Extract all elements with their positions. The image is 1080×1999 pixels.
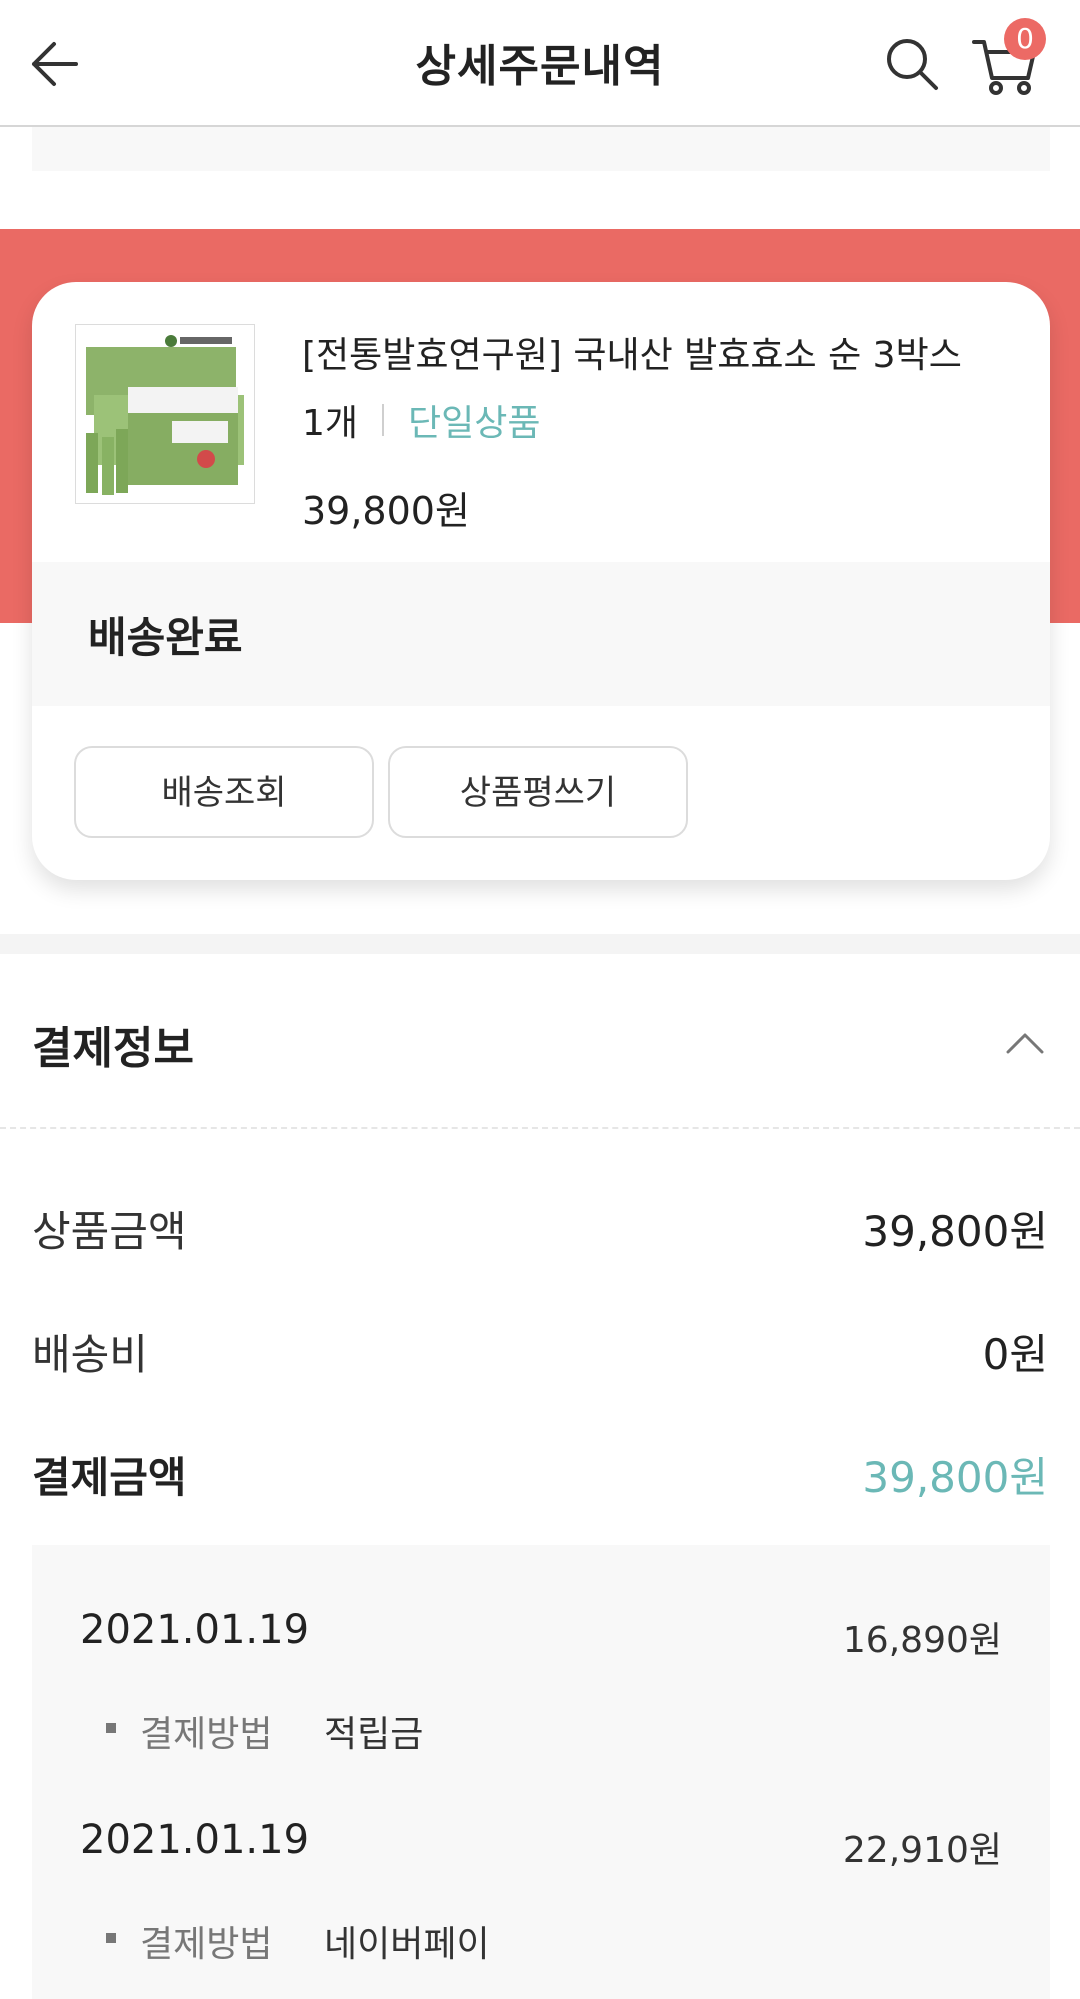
write-review-button[interactable]: 상품평쓰기 — [388, 746, 688, 838]
shipping-fee-label: 배송비 — [32, 1330, 148, 1379]
payment-method-value: 적립금 — [324, 1714, 424, 1755]
payment-total-value: 39,800원 — [862, 1453, 1048, 1502]
payment-method-value: 네이버페이 — [324, 1924, 490, 1965]
quantity-option-row: 1개 단일상품 — [302, 394, 541, 446]
search-icon[interactable] — [882, 34, 942, 94]
order-item-card: [전통발효연구원] 국내산 발효효소 순 3박스 1개 단일상품 39,800원… — [32, 282, 1050, 880]
product-price: 39,800원 — [302, 489, 470, 533]
payment-total-label: 결제금액 — [32, 1453, 187, 1502]
payment-info-title: 결제정보 — [32, 1023, 194, 1074]
previous-section-strip — [32, 127, 1050, 171]
product-name[interactable]: [전통발효연구원] 국내산 발효효소 순 3박스 — [302, 326, 962, 378]
bullet-icon — [106, 1933, 116, 1943]
payment-date: 2021.01.19 — [80, 1817, 310, 1863]
product-amount-value: 39,800원 — [862, 1207, 1048, 1256]
bullet-icon — [106, 1723, 116, 1733]
delivery-status-box: 배송완료 — [32, 562, 1050, 706]
dashed-divider — [0, 1127, 1080, 1129]
divider — [382, 404, 385, 436]
payment-method-label: 결제방법 — [140, 1714, 273, 1755]
shipping-fee-value: 0원 — [982, 1330, 1048, 1379]
chevron-up-icon[interactable] — [1000, 1022, 1050, 1062]
product-thumbnail[interactable] — [75, 324, 255, 504]
payment-details-box: 2021.01.19 16,890원 결제방법 적립금 2021.01.19 2… — [32, 1545, 1050, 1999]
delivery-status: 배송완료 — [88, 613, 243, 662]
cart-count-badge: 0 — [1004, 18, 1046, 60]
tracking-button[interactable]: 배송조회 — [74, 746, 374, 838]
section-divider — [0, 934, 1080, 954]
payment-amount: 22,910원 — [842, 1830, 1002, 1871]
top-app-bar: 상세주문내역 0 — [0, 0, 1080, 127]
payment-date: 2021.01.19 — [80, 1607, 310, 1653]
payment-method-label: 결제방법 — [140, 1924, 273, 1965]
option-label: 단일상품 — [408, 403, 541, 444]
product-amount-label: 상품금액 — [32, 1207, 187, 1256]
quantity: 1개 — [302, 403, 359, 444]
payment-amount: 16,890원 — [842, 1620, 1002, 1661]
